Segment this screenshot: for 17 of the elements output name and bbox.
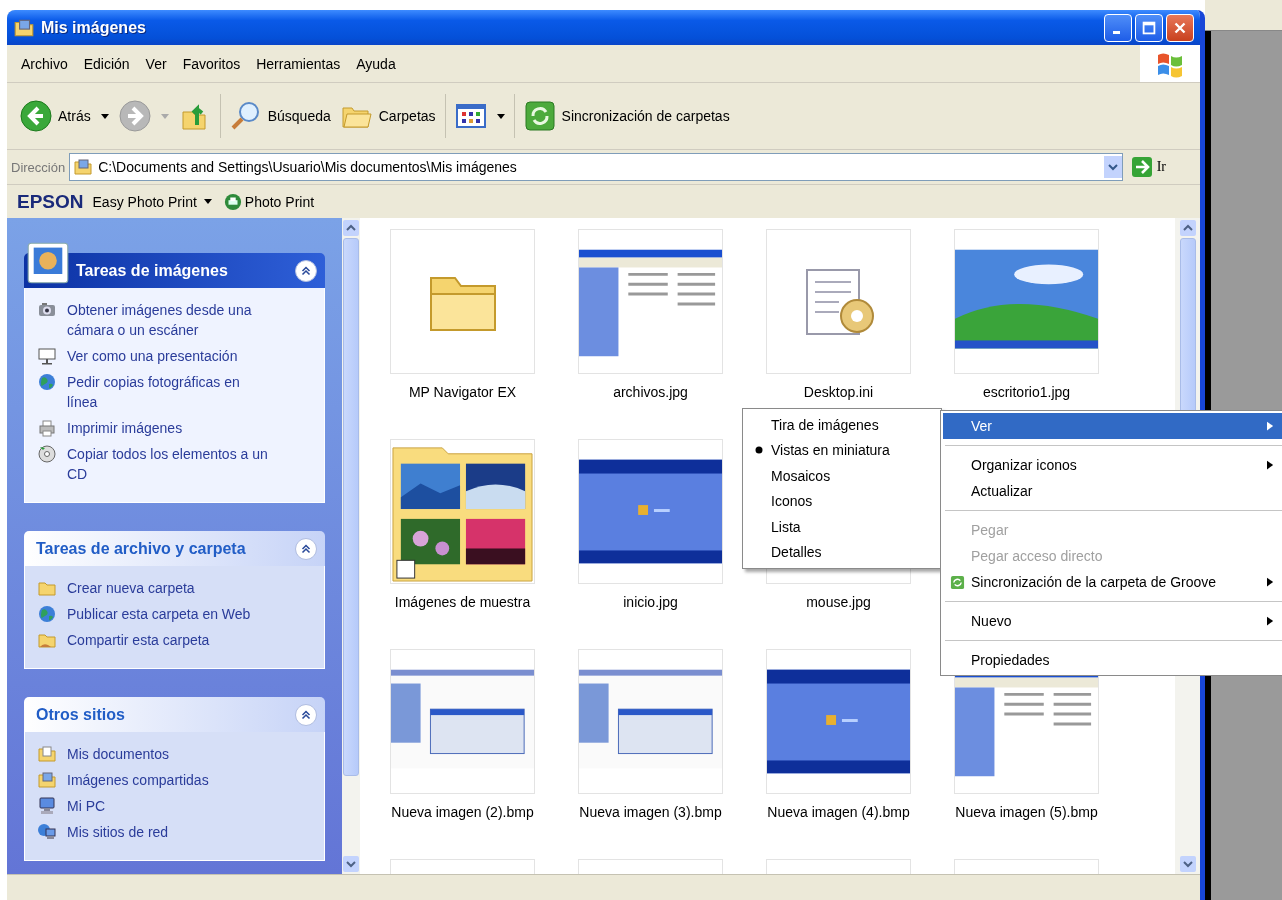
file-name: Desktop.ini [803,384,874,400]
file-name: Nueva imagen (5).bmp [955,804,1098,820]
panel-title: Otros sitios [36,705,125,724]
file-name: Nueva imagen (2).bmp [391,804,534,820]
file-name: Imágenes de muestra [394,594,531,610]
file-name: Nueva imagen (4).bmp [767,804,910,820]
file-name: Nueva imagen (3).bmp [579,804,722,820]
panel-title: Tareas de imágenes [76,261,228,280]
file-name: archivos.jpg [613,384,688,400]
file-name: escritorio1.jpg [982,384,1071,400]
brand-label: EPSON [17,190,84,213]
file-name: MP Navigator EX [408,384,517,400]
file-name: inicio.jpg [623,594,678,610]
window-title: Mis imágenes [41,18,146,37]
address-label: Dirección [11,159,66,175]
panel-title: Tareas de archivo y carpeta [36,539,246,558]
file-name: mouse.jpg [806,594,871,610]
